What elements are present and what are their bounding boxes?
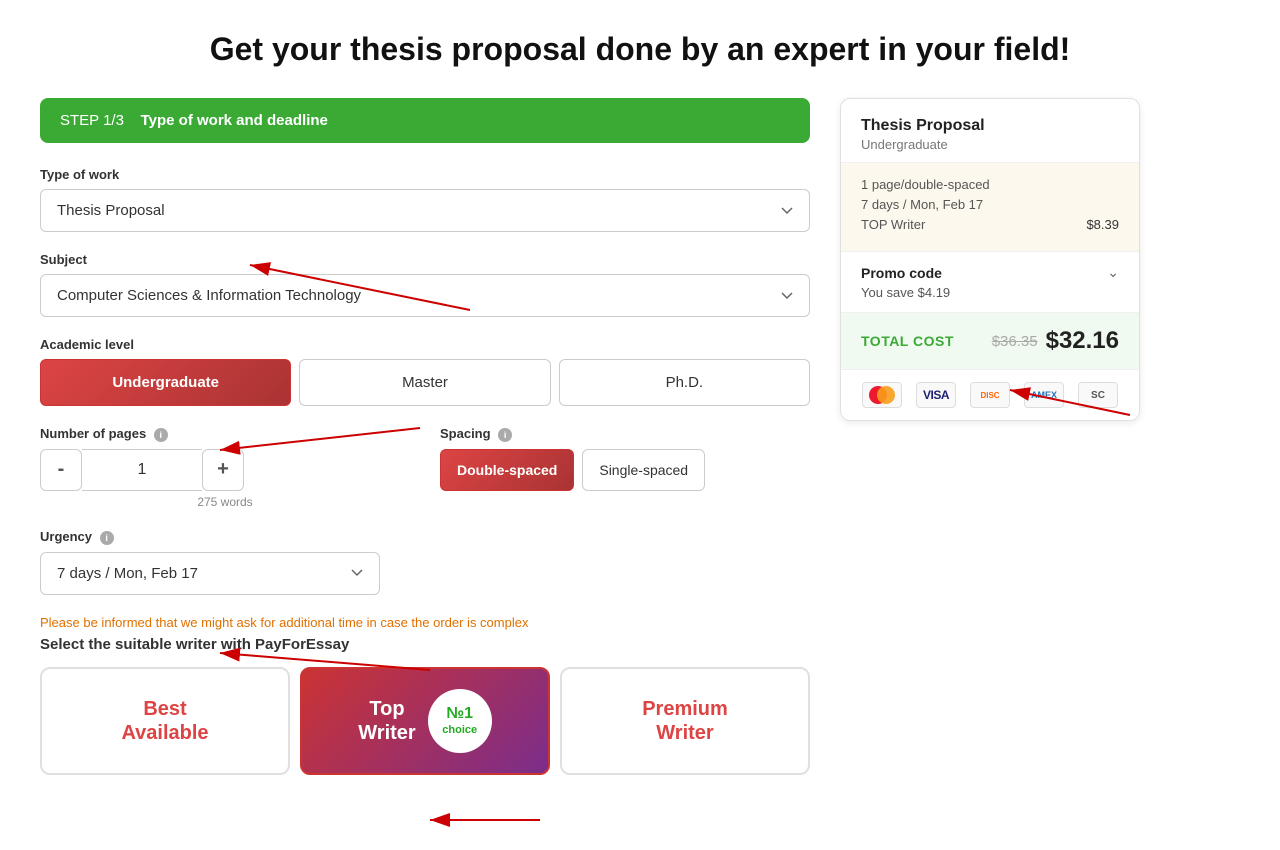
- total-final-price: $32.16: [1046, 327, 1119, 355]
- pages-decrement-button[interactable]: -: [40, 449, 82, 491]
- info-text: Please be informed that we might ask for…: [40, 615, 810, 630]
- spacing-info-icon: i: [498, 428, 512, 442]
- total-original-price: $36.35: [992, 333, 1038, 350]
- level-btn-undergraduate[interactable]: Undergraduate: [40, 359, 291, 406]
- promo-label: Promo code: [861, 265, 942, 281]
- academic-level-group: Academic level Undergraduate Master Ph.D…: [40, 337, 810, 406]
- no1-choice: choice: [442, 724, 477, 737]
- pages-info-icon: i: [154, 428, 168, 442]
- urgency-select[interactable]: 7 days / Mon, Feb 17: [40, 552, 380, 595]
- left-panel: STEP 1/3 Type of work and deadline Type …: [40, 98, 810, 774]
- pages-group: Number of pages i - + 275 words: [40, 426, 410, 509]
- summary-detail-pages: 1 page/double-spaced: [861, 177, 1119, 192]
- summary-subtitle: Undergraduate: [861, 137, 1119, 152]
- level-btn-master[interactable]: Master: [299, 359, 550, 406]
- page-title: Get your thesis proposal done by an expe…: [40, 30, 1240, 68]
- spacing-buttons: Double-spaced Single-spaced: [440, 449, 810, 491]
- writer-card-best-available[interactable]: BestAvailable: [40, 667, 290, 775]
- top-writer-price: $8.39: [1086, 217, 1119, 232]
- step-header: STEP 1/3 Type of work and deadline: [40, 98, 810, 143]
- writer-card-premium-writer[interactable]: PremiumWriter: [560, 667, 810, 775]
- spacing-btn-single[interactable]: Single-spaced: [582, 449, 705, 491]
- subject-group: Subject Computer Sciences & Information …: [40, 252, 810, 317]
- no1-badge: №1 choice: [428, 689, 492, 753]
- premium-writer-label: PremiumWriter: [642, 697, 728, 745]
- order-summary-panel: Thesis Proposal Undergraduate 1 page/dou…: [840, 98, 1140, 421]
- payment-icons: VISA DISC AMEX SC: [841, 370, 1139, 420]
- pages-input[interactable]: [82, 449, 202, 491]
- top-writer-label: TopWriter: [358, 697, 415, 745]
- promo-save: You save $4.19: [861, 285, 1119, 300]
- spacing-btn-double[interactable]: Double-spaced: [440, 449, 574, 491]
- spacing-label: Spacing i: [440, 426, 810, 442]
- summary-details: 1 page/double-spaced 7 days / Mon, Feb 1…: [841, 163, 1139, 252]
- pages-increment-button[interactable]: +: [202, 449, 244, 491]
- writer-card-top-writer[interactable]: TopWriter №1 choice: [300, 667, 550, 775]
- top-writer-inner: TopWriter №1 choice: [358, 689, 491, 753]
- step-title: Type of work and deadline: [141, 112, 328, 129]
- urgency-label: Urgency i: [40, 529, 810, 545]
- top-writer-text: TOP Writer: [861, 217, 925, 232]
- urgency-info-icon: i: [100, 531, 114, 545]
- summary-title: Thesis Proposal: [861, 117, 1119, 135]
- academic-level-buttons: Undergraduate Master Ph.D.: [40, 359, 810, 406]
- urgency-select-wrap: 7 days / Mon, Feb 17: [40, 552, 380, 595]
- pages-control: - +: [40, 449, 410, 491]
- select-writer-title: Select the suitable writer with PayForEs…: [40, 636, 810, 653]
- discover-icon: DISC: [970, 382, 1010, 408]
- amex-icon: AMEX: [1024, 382, 1064, 408]
- total-label: TOTAL COST: [861, 333, 954, 349]
- step-number: STEP 1/3: [60, 112, 124, 129]
- writer-cards: BestAvailable TopWriter №1 choice Premiu…: [40, 667, 810, 775]
- no1-num: №1: [446, 704, 473, 723]
- summary-header: Thesis Proposal Undergraduate: [841, 99, 1139, 163]
- pages-spacing-row: Number of pages i - + 275 words Spacing …: [40, 426, 810, 509]
- spacing-group: Spacing i Double-spaced Single-spaced: [440, 426, 810, 491]
- type-of-work-group: Type of work Thesis Proposal: [40, 167, 810, 232]
- sc-icon: SC: [1078, 382, 1118, 408]
- total-section: TOTAL COST $36.35 $32.16: [841, 313, 1139, 370]
- promo-chevron-icon[interactable]: ⌄: [1107, 264, 1119, 281]
- academic-level-label: Academic level: [40, 337, 810, 352]
- promo-row: Promo code ⌄: [861, 264, 1119, 281]
- total-prices: $36.35 $32.16: [992, 327, 1119, 355]
- level-btn-phd[interactable]: Ph.D.: [559, 359, 810, 406]
- promo-section: Promo code ⌄ You save $4.19: [841, 252, 1139, 313]
- subject-label: Subject: [40, 252, 810, 267]
- type-of-work-select[interactable]: Thesis Proposal: [40, 189, 810, 232]
- summary-detail-top-writer: TOP Writer $8.39: [861, 217, 1119, 232]
- best-available-label: BestAvailable: [121, 697, 208, 745]
- urgency-group: Urgency i 7 days / Mon, Feb 17: [40, 529, 810, 595]
- subject-select[interactable]: Computer Sciences & Information Technolo…: [40, 274, 810, 317]
- total-row: TOTAL COST $36.35 $32.16: [861, 327, 1119, 355]
- mastercard-icon: [862, 382, 902, 408]
- summary-detail-deadline: 7 days / Mon, Feb 17: [861, 197, 1119, 212]
- type-of-work-label: Type of work: [40, 167, 810, 182]
- pages-words: 275 words: [40, 495, 410, 509]
- pages-label: Number of pages i: [40, 426, 410, 442]
- visa-icon: VISA: [916, 382, 956, 408]
